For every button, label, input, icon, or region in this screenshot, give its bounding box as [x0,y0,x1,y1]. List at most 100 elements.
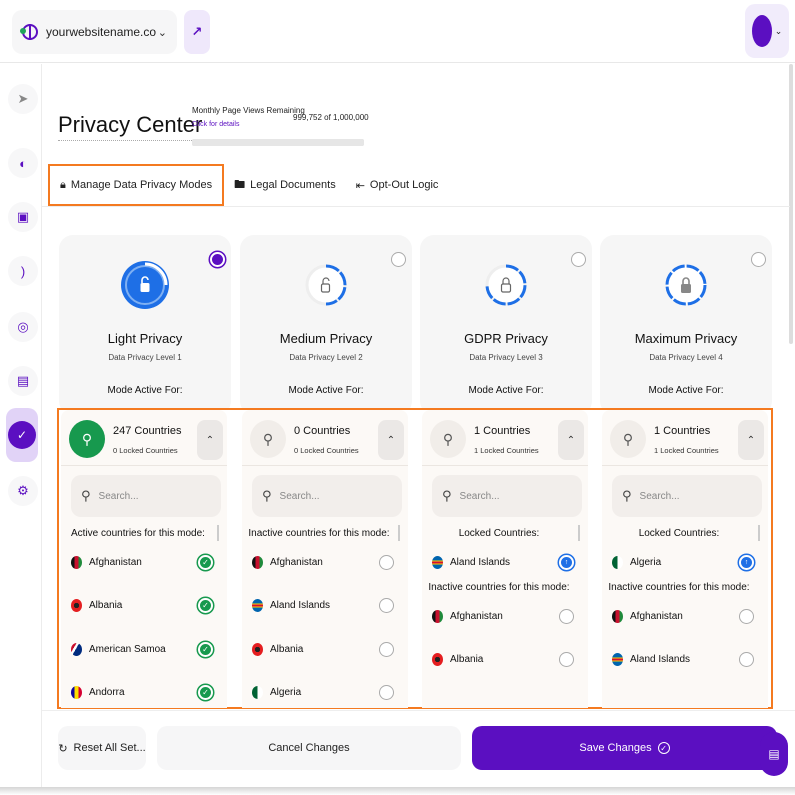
country-search[interactable]: ⚲ [71,475,221,517]
country-locked-toggle[interactable]: ↑ [559,554,574,570]
chat-support-button[interactable]: ▤ [760,732,788,776]
sidebar-item-dashboard[interactable]: ◐ [8,148,38,178]
country-name: Afghanistan [89,556,142,568]
external-link-button[interactable]: ↗ [184,10,210,54]
country-empty-toggle[interactable] [559,652,574,667]
sidebar-item-scan[interactable]: ◎ [8,312,38,342]
country-name: Albania [89,600,123,611]
collapse-toggle-button[interactable]: ⌃ [738,420,764,460]
country-search-input[interactable] [279,490,380,502]
country-panel-gdpr-privacy: ⚲ 1 Countries 1 Locked Countries ⌃ ⚲ Locked C… [422,410,588,708]
country-row[interactable]: Afghanistan ✓ [71,550,221,574]
country-row[interactable]: Algeria [252,681,402,705]
tab-label: Manage Data Privacy Modes [70,179,213,191]
country-section-label: Inactive countries for this mode: [428,582,570,593]
country-row[interactable]: Albania [432,648,582,672]
user-menu-button[interactable]: ⌄ [745,4,789,58]
country-panel-header: ⚲ 1 Countries 1 Locked Countries ⌃ [422,410,588,466]
globe-icon [20,24,38,40]
country-list-scrollbar[interactable] [758,525,760,541]
save-changes-button[interactable]: Save Changes ✓ [472,726,777,770]
chevron-up-icon: ⌃ [566,434,576,446]
flag-icon [432,555,443,569]
mode-level: Data Privacy Level 1 [108,353,182,362]
search-icon: ⚲ [81,488,91,503]
country-search-input[interactable] [639,490,740,502]
country-row[interactable]: Afghanistan [252,550,402,574]
country-row[interactable]: Aland Islands [252,594,402,618]
country-empty-toggle[interactable] [559,608,574,624]
country-name: Afghanistan [450,610,503,622]
country-locked-toggle[interactable]: ↑ [739,554,754,570]
country-row[interactable]: Aland Islands [612,648,762,672]
country-count: 247 Countries [113,425,182,437]
country-name: Aland Islands [270,600,331,611]
country-section-label: Inactive countries for this mode: [608,582,750,593]
country-checked-toggle[interactable]: ✓ [198,554,213,570]
country-empty-toggle[interactable] [739,652,754,667]
tab-legal-documents[interactable]: 🖿 Legal Documents [224,164,346,206]
country-list-scrollbar[interactable] [217,525,219,541]
country-list-scrollbar[interactable] [398,525,400,541]
country-empty-toggle[interactable] [379,685,394,700]
focus-scan-icon: ◎ [17,319,29,334]
country-search[interactable]: ⚲ [432,475,582,517]
flag-icon [71,555,82,569]
country-search-input[interactable] [459,490,560,502]
sidebar-item-privacy[interactable]: ✓ [6,408,38,462]
country-name: Albania [270,643,304,655]
mode-card-gdpr-privacy[interactable]: GDPR Privacy Data Privacy Level 3 Mode Act… [420,235,592,415]
country-row[interactable]: American Samoa ✓ [71,637,221,661]
country-row[interactable]: Andorra ✓ [71,681,221,705]
country-empty-toggle[interactable] [739,608,754,624]
tab-opt-out-logic[interactable]: ⇤ Opt-Out Logic [346,164,449,206]
country-row[interactable]: Afghanistan [612,604,762,628]
page-views-details-link[interactable]: Click for details [192,121,239,128]
country-checked-toggle[interactable]: ✓ [198,685,213,700]
country-search-input[interactable] [98,490,199,502]
country-list-scrollbar[interactable] [578,525,580,541]
country-row[interactable]: Albania ✓ [71,594,221,618]
tab-bar: 🔒︎ Manage Data Privacy Modes 🖿 Legal Doc… [48,163,448,207]
country-name: Afghanistan [630,610,683,622]
reset-all-settings-button[interactable]: ↻ Reset All Set... [58,726,146,770]
cancel-changes-button[interactable]: Cancel Changes [157,726,461,770]
sidebar-item-messages[interactable]: ▤ [8,366,38,396]
country-empty-toggle[interactable] [379,598,394,613]
country-empty-toggle[interactable] [379,641,394,657]
sidebar-item-collapse[interactable]: ➤ [8,84,38,114]
mode-card-maximum-privacy[interactable]: Maximum Privacy Data Privacy Level 4 Mode … [600,235,772,415]
country-row[interactable]: Algeria ↑ [612,550,762,574]
mode-card-light-privacy[interactable]: Light Privacy Data Privacy Level 1 Mode Ac… [59,235,231,415]
country-section-label: Active countries for this mode: [71,528,205,539]
mode-select-radio[interactable] [751,252,766,267]
mode-select-radio[interactable] [571,252,586,267]
mode-card-medium-privacy[interactable]: Medium Privacy Data Privacy Level 2 Mode A… [240,235,412,415]
country-row[interactable]: Albania [252,637,402,661]
collapse-toggle-button[interactable]: ⌃ [197,420,223,460]
location-pin-icon: ⚲ [69,420,105,458]
sidebar-item-settings[interactable]: ⚙ [8,476,38,506]
flag-icon [432,653,443,666]
website-selector[interactable]: yourwebsitename.co ⌄ [12,10,177,54]
sidebar-item-shop[interactable]: ▣ [8,202,38,232]
collapse-toggle-button[interactable]: ⌃ [378,420,404,460]
country-row[interactable]: Aland Islands ↑ [432,550,582,574]
country-search[interactable]: ⚲ [612,475,762,517]
external-link-icon: ↗ [191,24,203,39]
mode-select-radio[interactable] [210,252,225,267]
sidebar-item-analytics[interactable]: ) [8,256,38,286]
mode-title: Medium Privacy [279,331,373,346]
mode-select-radio[interactable] [391,252,406,267]
country-row[interactable]: Afghanistan [432,604,582,628]
search-icon: ⚲ [442,488,452,503]
country-empty-toggle[interactable] [379,554,394,570]
country-checked-toggle[interactable]: ✓ [198,641,213,657]
chevron-down-icon: ⌄ [157,26,167,39]
page-views-count: 999,752 of 1,000,000 [293,113,369,122]
tab-manage-data-privacy-modes[interactable]: 🔒︎ Manage Data Privacy Modes [48,164,225,206]
collapse-toggle-button[interactable]: ⌃ [558,420,584,460]
main-scrollbar[interactable] [789,64,793,344]
country-search[interactable]: ⚲ [252,475,402,517]
country-checked-toggle[interactable]: ✓ [198,598,213,613]
